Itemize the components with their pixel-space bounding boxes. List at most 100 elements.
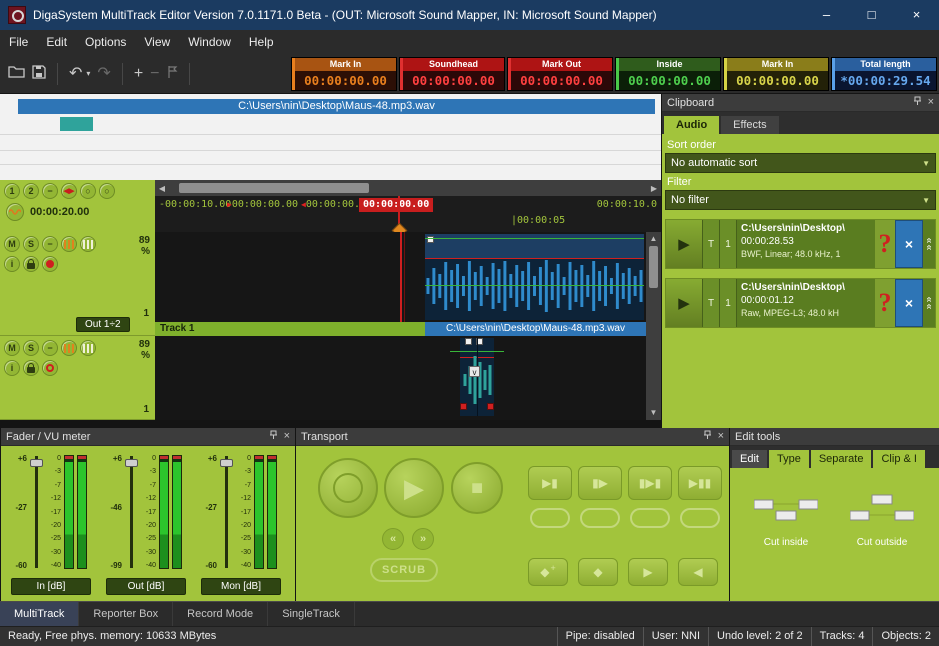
scroll-down-icon[interactable]: ▼: [650, 406, 658, 420]
fader-handle[interactable]: [30, 459, 43, 467]
tab-singletrack[interactable]: SingleTrack: [268, 602, 355, 626]
object-file-label[interactable]: C:\Users\nin\Desktop\Maus-48.mp3.wav: [425, 322, 646, 336]
output-routing-button[interactable]: Out 1÷2: [76, 317, 130, 332]
entry-delete-button[interactable]: ×: [895, 279, 923, 327]
scroll-up-icon[interactable]: ▲: [650, 232, 658, 246]
track-name[interactable]: Track 1: [155, 322, 425, 336]
horizontal-scroll-thumb[interactable]: [179, 183, 369, 193]
entry-move-up-control[interactable]: « «: [923, 220, 935, 268]
fader-mon-button[interactable]: Mon [dB]: [201, 578, 281, 595]
clipboard-entry[interactable]: ▶ T 1 C:\Users\nin\Desktop\ 00:00:28.53 …: [665, 219, 936, 269]
play-around-cursor-button[interactable]: ▶▮▮: [678, 466, 722, 500]
menu-file[interactable]: File: [0, 30, 37, 54]
nudge-back-button[interactable]: ◀: [678, 558, 718, 586]
play-from-cursor-button[interactable]: ▮▶: [578, 466, 622, 500]
timeline-ruler[interactable]: -00:00:10.00 ▶00:00:00.00 ◀00:00:00.00 0…: [155, 196, 661, 232]
cut-inside-tool[interactable]: Cut inside: [744, 492, 828, 548]
tab-multitrack[interactable]: MultiTrack: [0, 602, 79, 626]
track-view-2-button[interactable]: 2: [23, 183, 39, 199]
play-selection-button[interactable]: ▮▶▮: [628, 466, 672, 500]
mute-button[interactable]: M: [4, 236, 20, 252]
collapse-all-button[interactable]: −: [42, 183, 58, 199]
overview-file-bar[interactable]: C:\Users\nin\Desktop\Maus-48.mp3.wav: [18, 99, 655, 114]
audio-object-small[interactable]: v: [460, 338, 494, 416]
loop-toggle-icon[interactable]: [630, 508, 670, 528]
tab-edit[interactable]: Edit: [732, 450, 767, 468]
track-view-1-button[interactable]: 1: [4, 183, 20, 199]
mute-button[interactable]: M: [4, 340, 20, 356]
add-marker-button[interactable]: ◆+: [528, 558, 568, 586]
scrub-button[interactable]: SCRUB: [370, 558, 438, 582]
scroll-right-icon[interactable]: ▶: [647, 184, 661, 193]
mark-range-button[interactable]: ◀▶: [61, 183, 77, 199]
fader-handle[interactable]: [220, 459, 233, 467]
pin-icon[interactable]: [703, 430, 712, 443]
fader-out-button[interactable]: Out [dB]: [106, 578, 186, 595]
stop-button[interactable]: ■: [451, 462, 503, 514]
tab-clip[interactable]: Clip & I: [873, 450, 924, 468]
entry-play-button[interactable]: ▶: [666, 220, 703, 268]
pin-icon[interactable]: [269, 430, 278, 443]
close-panel-icon[interactable]: ×: [284, 431, 290, 442]
loop-a-button[interactable]: ○: [80, 183, 96, 199]
pin-icon[interactable]: [913, 96, 922, 109]
meter-level-button[interactable]: [80, 340, 96, 356]
loop-toggle-icon[interactable]: [530, 508, 570, 528]
record-arm-button[interactable]: [42, 256, 58, 272]
open-folder-icon[interactable]: [8, 65, 25, 82]
fade-marker[interactable]: v: [469, 366, 480, 377]
loop-toggle-icon[interactable]: [680, 508, 720, 528]
minimize-button[interactable]: –: [804, 0, 849, 30]
solo-button[interactable]: S: [23, 340, 39, 356]
entry-play-button[interactable]: ▶: [666, 279, 703, 327]
save-icon[interactable]: [32, 65, 46, 83]
object-handle[interactable]: [465, 338, 472, 345]
horizontal-scrollbar[interactable]: ◀ ▶: [155, 180, 661, 196]
record-button[interactable]: [318, 458, 378, 518]
collapse-track-button[interactable]: −: [42, 236, 58, 252]
nudge-forward-button[interactable]: ▶: [628, 558, 668, 586]
meter-pan-button[interactable]: [61, 236, 77, 252]
menu-options[interactable]: Options: [76, 30, 135, 54]
track-1-lane[interactable]: Track 1 C:\Users\nin\Desktop\Maus-48.mp3…: [155, 232, 646, 336]
close-panel-icon[interactable]: ×: [718, 431, 724, 442]
meter-pan-button[interactable]: [61, 340, 77, 356]
sort-order-select[interactable]: No automatic sort ▼: [665, 153, 936, 173]
entry-move-up-control[interactable]: « «: [923, 279, 935, 327]
close-button[interactable]: ×: [894, 0, 939, 30]
record-arm-button[interactable]: [42, 360, 58, 376]
skip-forward-button[interactable]: »: [412, 528, 434, 550]
goto-marker-button[interactable]: ◆: [578, 558, 618, 586]
vertical-scrollbar[interactable]: ▲ ▼: [646, 232, 661, 420]
tab-audio[interactable]: Audio: [664, 116, 719, 134]
menu-help[interactable]: Help: [240, 30, 283, 54]
track-info-button[interactable]: i: [4, 256, 20, 272]
tab-effects[interactable]: Effects: [721, 116, 778, 134]
loop-toggle-icon[interactable]: [580, 508, 620, 528]
tab-reporter-box[interactable]: Reporter Box: [79, 602, 173, 626]
fader-in-button[interactable]: In [dB]: [11, 578, 91, 595]
entry-delete-button[interactable]: ×: [895, 220, 923, 268]
track-info-button[interactable]: i: [4, 360, 20, 376]
loop-b-button[interactable]: ○: [99, 183, 115, 199]
overview-clip-block[interactable]: [60, 117, 93, 131]
fader-handle[interactable]: [125, 459, 138, 467]
clipboard-entry[interactable]: ▶ T 1 C:\Users\nin\Desktop\ 00:00:01.12 …: [665, 278, 936, 328]
tab-type[interactable]: Type: [769, 450, 809, 468]
solo-button[interactable]: S: [23, 236, 39, 252]
audio-object[interactable]: [425, 234, 644, 320]
cut-outside-tool[interactable]: Cut outside: [840, 492, 924, 548]
gain-line[interactable]: [425, 238, 644, 239]
track-2-lane[interactable]: v: [155, 336, 646, 420]
zoom-in-icon[interactable]: +: [134, 66, 143, 82]
tab-record-mode[interactable]: Record Mode: [173, 602, 268, 626]
close-panel-icon[interactable]: ×: [928, 97, 934, 108]
undo-icon[interactable]: ↶: [69, 66, 82, 82]
vertical-scroll-thumb[interactable]: [649, 246, 658, 288]
scroll-left-icon[interactable]: ◀: [155, 184, 169, 193]
fader-slider[interactable]: [124, 454, 139, 570]
meter-level-button[interactable]: [80, 236, 96, 252]
scrub-wave-button[interactable]: [6, 203, 24, 221]
maximize-button[interactable]: □: [849, 0, 894, 30]
fader-slider[interactable]: [219, 454, 234, 570]
